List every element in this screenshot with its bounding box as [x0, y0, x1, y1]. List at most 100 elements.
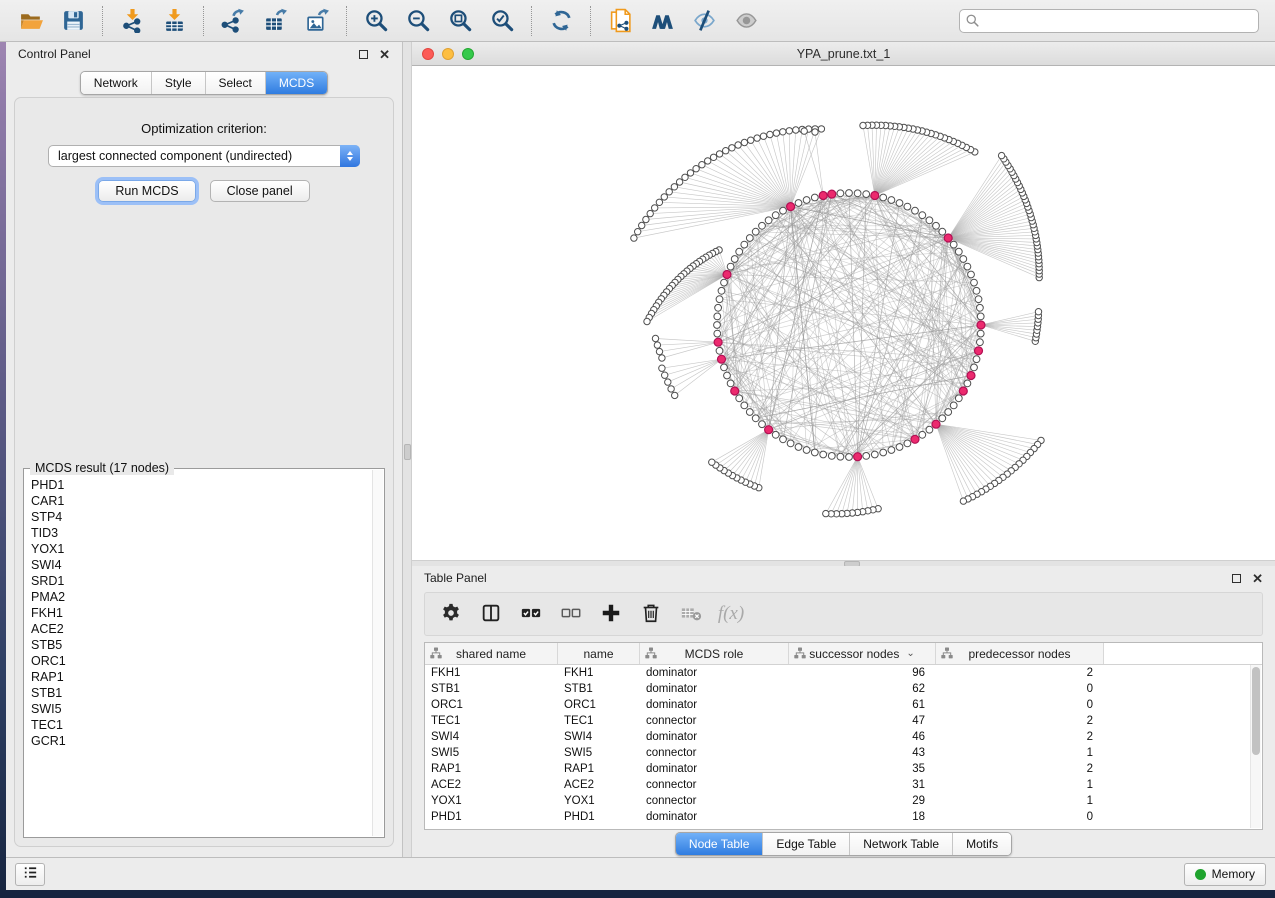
float-table-panel-button[interactable]: [1232, 574, 1241, 583]
table-row[interactable]: FKH1FKH1dominator962: [425, 665, 1262, 681]
network-graph[interactable]: [412, 66, 1275, 560]
tab-mcds[interactable]: MCDS: [266, 72, 327, 94]
table-cell[interactable]: dominator: [640, 761, 789, 777]
import-network-button[interactable]: [111, 3, 153, 39]
mcds-result-item[interactable]: FKH1: [25, 605, 372, 621]
mcds-result-item[interactable]: STB1: [25, 685, 372, 701]
tab-style[interactable]: Style: [152, 72, 206, 94]
show-panels-button[interactable]: [15, 863, 45, 886]
table-cell[interactable]: TEC1: [558, 713, 640, 729]
table-cell[interactable]: 0: [936, 697, 1104, 713]
close-table-panel-button[interactable]: ✕: [1252, 572, 1263, 585]
tab-edge-table[interactable]: Edge Table: [763, 833, 850, 855]
refresh-button[interactable]: [540, 3, 582, 39]
column-header-predecessor-nodes[interactable]: predecessor nodes: [936, 643, 1104, 664]
table-cell[interactable]: STB1: [558, 681, 640, 697]
select-all-rows-button[interactable]: [513, 596, 549, 632]
run-mcds-button[interactable]: Run MCDS: [98, 180, 195, 202]
table-cell[interactable]: dominator: [640, 697, 789, 713]
mcds-result-item[interactable]: YOX1: [25, 541, 372, 557]
table-cell[interactable]: connector: [640, 745, 789, 761]
mcds-result-item[interactable]: PHD1: [25, 477, 372, 493]
table-cell[interactable]: connector: [640, 777, 789, 793]
table-cell[interactable]: 2: [936, 665, 1104, 681]
table-cell[interactable]: ACE2: [558, 777, 640, 793]
table-row[interactable]: ORC1ORC1dominator610: [425, 697, 1262, 713]
table-cell[interactable]: connector: [640, 793, 789, 809]
mcds-result-item[interactable]: GCR1: [25, 733, 372, 749]
table-cell[interactable]: 35: [789, 761, 936, 777]
delete-columns-button[interactable]: [633, 596, 669, 632]
table-settings-button[interactable]: [433, 596, 469, 632]
table-cell[interactable]: 2: [936, 761, 1104, 777]
table-scrollbar[interactable]: [1250, 665, 1261, 828]
table-row[interactable]: YOX1YOX1connector291: [425, 793, 1262, 809]
table-cell[interactable]: 0: [936, 681, 1104, 697]
table-cell[interactable]: SWI5: [425, 745, 558, 761]
table-cell[interactable]: 46: [789, 729, 936, 745]
table-cell[interactable]: PHD1: [558, 809, 640, 825]
table-cell[interactable]: SWI4: [425, 729, 558, 745]
hide-selected-button[interactable]: [683, 3, 725, 39]
export-image-button[interactable]: [296, 3, 338, 39]
export-network-button[interactable]: [212, 3, 254, 39]
add-column-button[interactable]: [593, 596, 629, 632]
import-table-button[interactable]: [153, 3, 195, 39]
search-objects-button[interactable]: [641, 3, 683, 39]
memory-button[interactable]: Memory: [1184, 863, 1266, 886]
mcds-result-item[interactable]: TEC1: [25, 717, 372, 733]
table-cell[interactable]: 62: [789, 681, 936, 697]
table-cell[interactable]: TEC1: [425, 713, 558, 729]
column-header-shared-name[interactable]: shared name: [425, 643, 558, 664]
column-header-mcds-role[interactable]: MCDS role: [640, 643, 789, 664]
table-cell[interactable]: 18: [789, 809, 936, 825]
table-cell[interactable]: dominator: [640, 729, 789, 745]
table-cell[interactable]: RAP1: [558, 761, 640, 777]
mcds-result-item[interactable]: SWI4: [25, 557, 372, 573]
mcds-result-item[interactable]: ORC1: [25, 653, 372, 669]
export-table-button[interactable]: [254, 3, 296, 39]
table-cell[interactable]: ORC1: [425, 697, 558, 713]
save-session-button[interactable]: [52, 3, 94, 39]
table-cell[interactable]: ORC1: [558, 697, 640, 713]
table-cell[interactable]: 0: [936, 809, 1104, 825]
mcds-result-item[interactable]: SWI5: [25, 701, 372, 717]
table-cell[interactable]: 61: [789, 697, 936, 713]
mcds-result-item[interactable]: ACE2: [25, 621, 372, 637]
graph-canvas[interactable]: [412, 66, 1275, 560]
mcds-result-item[interactable]: TID3: [25, 525, 372, 541]
mcds-result-item[interactable]: CAR1: [25, 493, 372, 509]
mcds-result-item[interactable]: RAP1: [25, 669, 372, 685]
table-cell[interactable]: 31: [789, 777, 936, 793]
open-file-button[interactable]: [10, 3, 52, 39]
table-cell[interactable]: dominator: [640, 809, 789, 825]
mcds-result-item[interactable]: SRD1: [25, 573, 372, 589]
tab-node-table[interactable]: Node Table: [676, 833, 764, 855]
tab-motifs[interactable]: Motifs: [953, 833, 1011, 855]
show-all-button[interactable]: [725, 3, 767, 39]
table-cell[interactable]: FKH1: [558, 665, 640, 681]
mcds-result-scrollbar[interactable]: [372, 470, 383, 836]
table-cell[interactable]: 2: [936, 713, 1104, 729]
table-cell[interactable]: 1: [936, 793, 1104, 809]
function-builder-button[interactable]: f(x): [713, 596, 749, 632]
table-row[interactable]: TEC1TEC1connector472: [425, 713, 1262, 729]
mcds-result-item[interactable]: PMA2: [25, 589, 372, 605]
table-cell[interactable]: dominator: [640, 681, 789, 697]
zoom-selected-button[interactable]: [481, 3, 523, 39]
panel-splitter-vertical[interactable]: [403, 42, 412, 857]
table-scrollbar-thumb[interactable]: [1252, 667, 1260, 755]
table-row[interactable]: RAP1RAP1dominator352: [425, 761, 1262, 777]
table-cell[interactable]: 96: [789, 665, 936, 681]
table-row[interactable]: STB1STB1dominator620: [425, 681, 1262, 697]
table-cell[interactable]: STB1: [425, 681, 558, 697]
close-panel-action-button[interactable]: Close panel: [210, 180, 310, 202]
tab-select[interactable]: Select: [206, 72, 266, 94]
deselect-all-rows-button[interactable]: [553, 596, 589, 632]
search-input[interactable]: [959, 9, 1259, 33]
column-header-name[interactable]: name: [558, 643, 640, 664]
mcds-result-item[interactable]: STB5: [25, 637, 372, 653]
table-cell[interactable]: PHD1: [425, 809, 558, 825]
splitter-handle-icon[interactable]: [404, 444, 411, 460]
table-cell[interactable]: SWI4: [558, 729, 640, 745]
